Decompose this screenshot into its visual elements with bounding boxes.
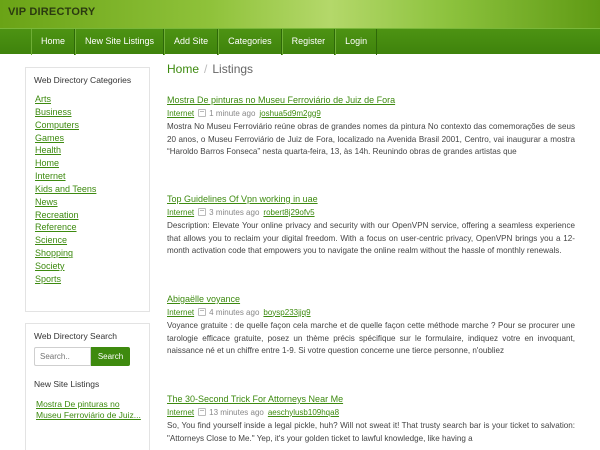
category-link-shopping[interactable]: Shopping bbox=[35, 248, 73, 258]
listing-time: 3 minutes ago bbox=[209, 207, 260, 217]
calendar-icon bbox=[198, 308, 207, 316]
category-link-health[interactable]: Health bbox=[35, 145, 61, 155]
category-item: Reference bbox=[35, 221, 141, 234]
listing-meta: Internet 3 minutes ago robert8j29ofv5 bbox=[167, 207, 575, 217]
search-title: Web Directory Search bbox=[34, 331, 117, 341]
main-navbar: Home New Site Listings Add Site Categori… bbox=[0, 28, 600, 55]
breadcrumb-separator: / bbox=[204, 62, 208, 76]
search-input[interactable] bbox=[34, 347, 91, 366]
search-box: Web Directory Search Search New Site Lis… bbox=[25, 323, 150, 450]
category-link-science[interactable]: Science bbox=[35, 235, 67, 245]
nav-menu: Home New Site Listings Add Site Categori… bbox=[31, 29, 378, 55]
calendar-icon bbox=[198, 208, 207, 216]
category-item: News bbox=[35, 196, 141, 209]
breadcrumb: Home / Listings bbox=[167, 62, 575, 84]
listing-item: The 30-Second Trick For Attorneys Near M… bbox=[167, 394, 575, 445]
category-link-recreation[interactable]: Recreation bbox=[35, 210, 79, 220]
site-title[interactable]: VIP DIRECTORY bbox=[8, 6, 95, 18]
listing-meta: Internet 1 minute ago joshua5d9m2gg9 bbox=[167, 108, 575, 118]
calendar-icon bbox=[198, 408, 207, 416]
listing-user[interactable]: aeschylusb109hqa8 bbox=[268, 408, 339, 417]
nav-categories[interactable]: Categories bbox=[218, 29, 282, 55]
listing-time: 1 minute ago bbox=[209, 108, 256, 118]
calendar-icon bbox=[198, 109, 207, 117]
listing-category[interactable]: Internet bbox=[167, 308, 194, 317]
new-listings-list: Mostra De pinturas no Museu Ferroviário … bbox=[26, 389, 149, 420]
category-item: Sports bbox=[35, 273, 141, 286]
listing-item: Mostra De pinturas no Museu Ferroviário … bbox=[167, 95, 575, 159]
listing-user[interactable]: joshua5d9m2gg9 bbox=[259, 109, 320, 118]
category-item: Business bbox=[35, 106, 141, 119]
category-item: Home bbox=[35, 157, 141, 170]
listing-description: Description: Elevate Your online privacy… bbox=[167, 221, 575, 256]
nav-home[interactable]: Home bbox=[31, 29, 76, 55]
main-content: Home / Listings Mostra De pinturas no Muse… bbox=[167, 62, 575, 443]
category-link-sports[interactable]: Sports bbox=[35, 274, 61, 284]
category-link-reference[interactable]: Reference bbox=[35, 222, 77, 232]
listing-item: Abigaëlle voyance Internet 4 minutes ago… bbox=[167, 294, 575, 358]
listing-meta: Internet 13 minutes ago aeschylusb109hqa… bbox=[167, 407, 575, 417]
listing-user[interactable]: boysp233jjq9 bbox=[263, 308, 310, 317]
category-item: Recreation bbox=[35, 209, 141, 222]
listing-category[interactable]: Internet bbox=[167, 208, 194, 217]
category-link-arts[interactable]: Arts bbox=[35, 94, 51, 104]
categories-title: Web Directory Categories bbox=[34, 75, 132, 85]
nav-login[interactable]: Login bbox=[335, 29, 378, 55]
listing-description: Mostra No Museu Ferroviário reúne obras … bbox=[167, 122, 575, 157]
category-item: Kids and Teens bbox=[35, 183, 141, 196]
listing-description: Voyance gratuite : de quelle façon cela … bbox=[167, 321, 575, 356]
listing-item: Top Guidelines Of Vpn working in uae Int… bbox=[167, 194, 575, 258]
category-item: Games bbox=[35, 132, 141, 145]
search-form: Search bbox=[26, 341, 149, 366]
category-item: Science bbox=[35, 234, 141, 247]
nav-add-site[interactable]: Add Site bbox=[164, 29, 219, 55]
new-listing-link[interactable]: Mostra De pinturas no Museu Ferroviário … bbox=[36, 399, 141, 420]
listing-title[interactable]: Mostra De pinturas no Museu Ferroviário … bbox=[167, 95, 575, 105]
category-item: Arts bbox=[35, 93, 141, 106]
categories-box: Web Directory Categories Arts Business C… bbox=[25, 67, 150, 312]
listing-user[interactable]: robert8j29ofv5 bbox=[263, 208, 314, 217]
category-link-society[interactable]: Society bbox=[35, 261, 65, 271]
category-link-news[interactable]: News bbox=[35, 197, 58, 207]
listing-title[interactable]: Abigaëlle voyance bbox=[167, 294, 575, 304]
list-item: Mostra De pinturas no Museu Ferroviário … bbox=[36, 399, 141, 420]
category-link-business[interactable]: Business bbox=[35, 107, 72, 117]
category-link-kids-and-teens[interactable]: Kids and Teens bbox=[35, 184, 96, 194]
nav-new-site-listings[interactable]: New Site Listings bbox=[75, 29, 165, 55]
search-button[interactable]: Search bbox=[91, 347, 130, 366]
category-item: Computers bbox=[35, 119, 141, 132]
category-link-computers[interactable]: Computers bbox=[35, 120, 79, 130]
category-item: Society bbox=[35, 260, 141, 273]
listing-time: 13 minutes ago bbox=[209, 407, 264, 417]
listing-description: So, You find yourself inside a legal pic… bbox=[167, 421, 575, 443]
category-item: Health bbox=[35, 144, 141, 157]
breadcrumb-home[interactable]: Home bbox=[167, 62, 199, 76]
listing-meta: Internet 4 minutes ago boysp233jjq9 bbox=[167, 307, 575, 317]
listing-title[interactable]: Top Guidelines Of Vpn working in uae bbox=[167, 194, 575, 204]
new-listings-title: New Site Listings bbox=[34, 379, 100, 389]
category-item: Shopping bbox=[35, 247, 141, 260]
listing-time: 4 minutes ago bbox=[209, 307, 260, 317]
category-link-internet[interactable]: Internet bbox=[35, 171, 66, 181]
nav-register[interactable]: Register bbox=[281, 29, 336, 55]
category-link-games[interactable]: Games bbox=[35, 133, 64, 143]
listing-title[interactable]: The 30-Second Trick For Attorneys Near M… bbox=[167, 394, 575, 404]
listing-category[interactable]: Internet bbox=[167, 408, 194, 417]
category-list: Arts Business Computers Games Health Hom… bbox=[26, 85, 149, 292]
category-link-home[interactable]: Home bbox=[35, 158, 59, 168]
site-header: VIP DIRECTORY bbox=[0, 0, 600, 28]
breadcrumb-current: Listings bbox=[212, 62, 254, 76]
category-item: Internet bbox=[35, 170, 141, 183]
listing-category[interactable]: Internet bbox=[167, 109, 194, 118]
